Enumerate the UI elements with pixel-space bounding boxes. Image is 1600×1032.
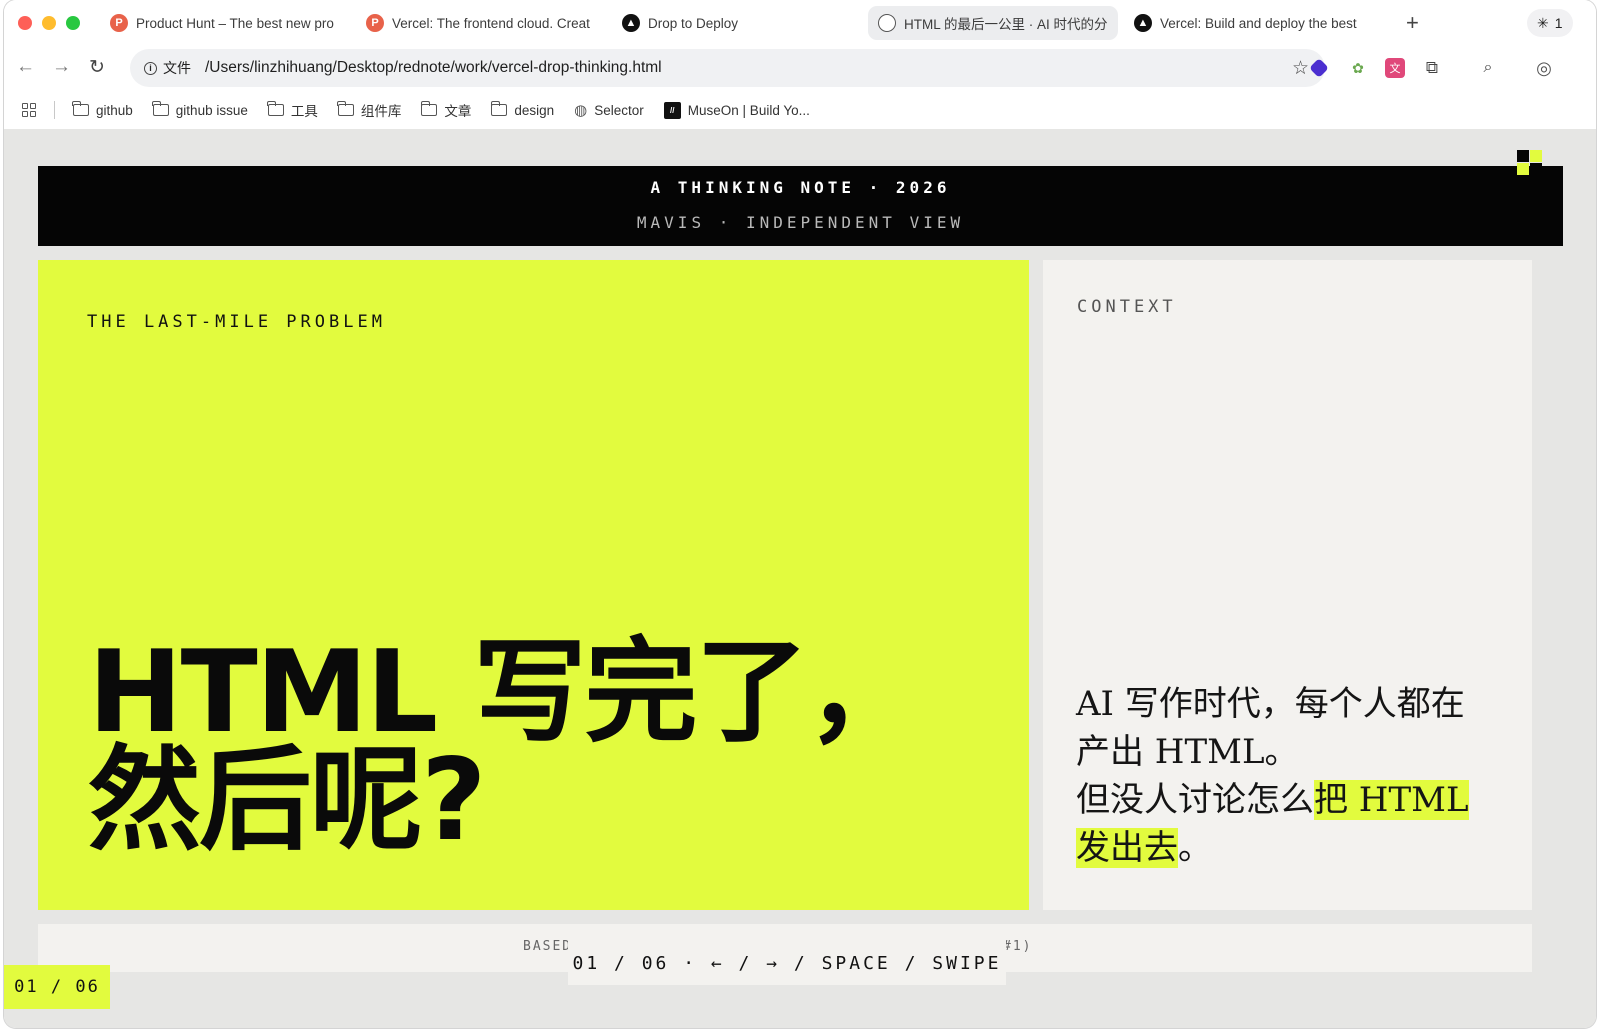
- extension-count: 1: [1554, 15, 1563, 31]
- context-text-plain: 。: [1178, 828, 1212, 868]
- security-label: 文件: [163, 60, 191, 76]
- extension-gear-icon[interactable]: ✿: [1348, 58, 1368, 78]
- bookmark-github-issue[interactable]: github issue: [152, 101, 248, 118]
- context-line: AI 写作时代，每个人都在: [1076, 684, 1465, 724]
- new-tab-button[interactable]: +: [1406, 10, 1419, 36]
- vercel-icon: ▲: [1134, 14, 1152, 32]
- fullscreen-window-button[interactable]: [66, 16, 80, 30]
- bookmarks-bar: github github issue 工具 组件库 文章 design ◍ Se…: [4, 92, 1596, 128]
- bookmark-tools[interactable]: 工具: [267, 100, 318, 120]
- tab-vercel-build[interactable]: ▲ Vercel: Build and deploy the best: [1124, 6, 1374, 40]
- context-text-plain: 但没人讨论怎么: [1076, 780, 1314, 820]
- tab-html-last-mile[interactable]: HTML 的最后一公里 · AI 时代的分享: [868, 6, 1118, 40]
- bookmark-label: design: [514, 102, 555, 118]
- folder-icon: [267, 101, 284, 116]
- tab-product-hunt[interactable]: P Product Hunt – The best new pro: [100, 6, 350, 40]
- tab-title: Vercel: The frontend cloud. Creat: [392, 15, 590, 31]
- extensions-badge[interactable]: ✳ 1: [1527, 9, 1573, 37]
- folder-icon: [72, 101, 89, 116]
- bookmark-label: 组件库: [360, 104, 402, 119]
- tab-title: Drop to Deploy: [648, 15, 739, 31]
- hero-header: A THINKING NOTE · 2026 MAVIS · INDEPENDE…: [38, 166, 1563, 246]
- site-info-chip[interactable]: i 文件: [144, 58, 205, 78]
- minimize-window-button[interactable]: [42, 16, 56, 30]
- source-note-end: #1): [1003, 939, 1033, 954]
- vercel-icon: ▲: [622, 14, 640, 32]
- reload-icon[interactable]: ↻: [89, 56, 105, 79]
- translate-icon[interactable]: 文: [1385, 58, 1405, 78]
- page-viewport: A THINKING NOTE · 2026 MAVIS · INDEPENDE…: [4, 129, 1596, 1028]
- bookmark-label: github issue: [175, 102, 248, 118]
- tab-strip: P Product Hunt – The best new pro P Verc…: [4, 0, 1596, 46]
- hero-subtitle: MAVIS · INDEPENDENT VIEW: [636, 213, 965, 232]
- pixel-logo-icon: [1517, 150, 1543, 176]
- profile-icon[interactable]: ◎: [1534, 58, 1554, 78]
- source-note-start: BASED: [523, 939, 573, 954]
- bookmark-components[interactable]: 组件库: [337, 100, 402, 120]
- forward-arrow-icon[interactable]: →: [52, 56, 71, 78]
- context-line: 但没人讨论怎么把 HTML: [1076, 776, 1516, 824]
- bookmark-label: github: [96, 102, 133, 118]
- tab-title: HTML 的最后一公里 · AI 时代的分享: [904, 17, 1108, 32]
- bookmark-label: Selector: [594, 102, 644, 118]
- globe-icon: ◍: [574, 102, 588, 119]
- tab-vercel-frontend[interactable]: P Vercel: The frontend cloud. Creat: [356, 6, 606, 40]
- folder-icon: [337, 101, 354, 116]
- puzzle-icon[interactable]: ⧉: [1422, 58, 1442, 78]
- tab-title: Vercel: Build and deploy the best: [1160, 15, 1357, 31]
- context-line: 发出去。: [1076, 824, 1516, 872]
- folder-icon: [490, 101, 508, 116]
- tab-search-icon[interactable]: ⌕: [1478, 58, 1498, 78]
- address-bar[interactable]: i 文件 /Users/linzhihuang/Desktop/rednote/…: [130, 49, 1325, 87]
- bookmark-label: 文章: [444, 104, 472, 119]
- context-line: 产出 HTML。: [1076, 732, 1299, 772]
- headline: HTML 写完了， 然后呢?: [88, 626, 919, 866]
- context-highlight: 把 HTML: [1314, 780, 1469, 820]
- close-window-button[interactable]: [18, 16, 32, 30]
- browser-window: P Product Hunt – The best new pro P Verc…: [4, 0, 1596, 1028]
- section-kicker: THE LAST-MILE PROBLEM: [87, 312, 386, 332]
- folder-icon: [152, 101, 169, 116]
- url-text[interactable]: /Users/linzhihuang/Desktop/rednote/work/…: [205, 59, 662, 77]
- bookmark-museon[interactable]: // MuseOn | Build Yo...: [663, 101, 810, 119]
- bookmark-articles[interactable]: 文章: [420, 100, 472, 120]
- headline-line: 然后呢?: [88, 734, 487, 866]
- back-arrow-icon[interactable]: ←: [16, 56, 35, 78]
- bookmark-selector[interactable]: ◍ Selector: [574, 101, 644, 119]
- apps-grid-icon[interactable]: [22, 103, 36, 117]
- slide-navigation-hint: 01 / 06 · ← / → / SPACE / SWIPE: [568, 941, 1006, 985]
- sparkle-icon: ✳: [1537, 14, 1549, 31]
- context-highlight: 发出去: [1076, 828, 1178, 868]
- bookmark-star-icon[interactable]: ☆: [1292, 57, 1309, 80]
- hero-title: A THINKING NOTE · 2026: [650, 178, 951, 197]
- headline-line: HTML 写完了，: [88, 626, 919, 758]
- globe-icon: [878, 14, 896, 32]
- producthunt-icon: P: [110, 14, 128, 32]
- folder-icon: [420, 101, 438, 116]
- producthunt-icon: P: [366, 14, 384, 32]
- bookmark-github[interactable]: github: [72, 101, 133, 118]
- museon-icon: //: [663, 101, 681, 119]
- context-text: AI 写作时代，每个人都在 产出 HTML。 但没人讨论怎么把 HTML 发出去…: [1076, 680, 1516, 872]
- divider: [54, 101, 55, 119]
- context-label: CONTEXT: [1077, 297, 1177, 317]
- tab-title: Product Hunt – The best new pro: [136, 15, 334, 31]
- info-icon: i: [144, 61, 157, 75]
- headline-panel: THE LAST-MILE PROBLEM HTML 写完了， 然后呢?: [38, 260, 1029, 910]
- slide-counter: 01 / 06: [4, 965, 110, 1009]
- bookmark-label: 工具: [290, 104, 318, 119]
- bookmark-label: MuseOn | Build Yo...: [687, 102, 810, 118]
- context-panel: CONTEXT AI 写作时代，每个人都在 产出 HTML。 但没人讨论怎么把 …: [1043, 260, 1532, 910]
- browser-toolbar: ← → ↻ i 文件 /Users/linzhihuang/Desktop/re…: [4, 46, 1596, 90]
- bookmark-design[interactable]: design: [490, 101, 555, 118]
- tab-drop-to-deploy[interactable]: ▲ Drop to Deploy: [612, 6, 862, 40]
